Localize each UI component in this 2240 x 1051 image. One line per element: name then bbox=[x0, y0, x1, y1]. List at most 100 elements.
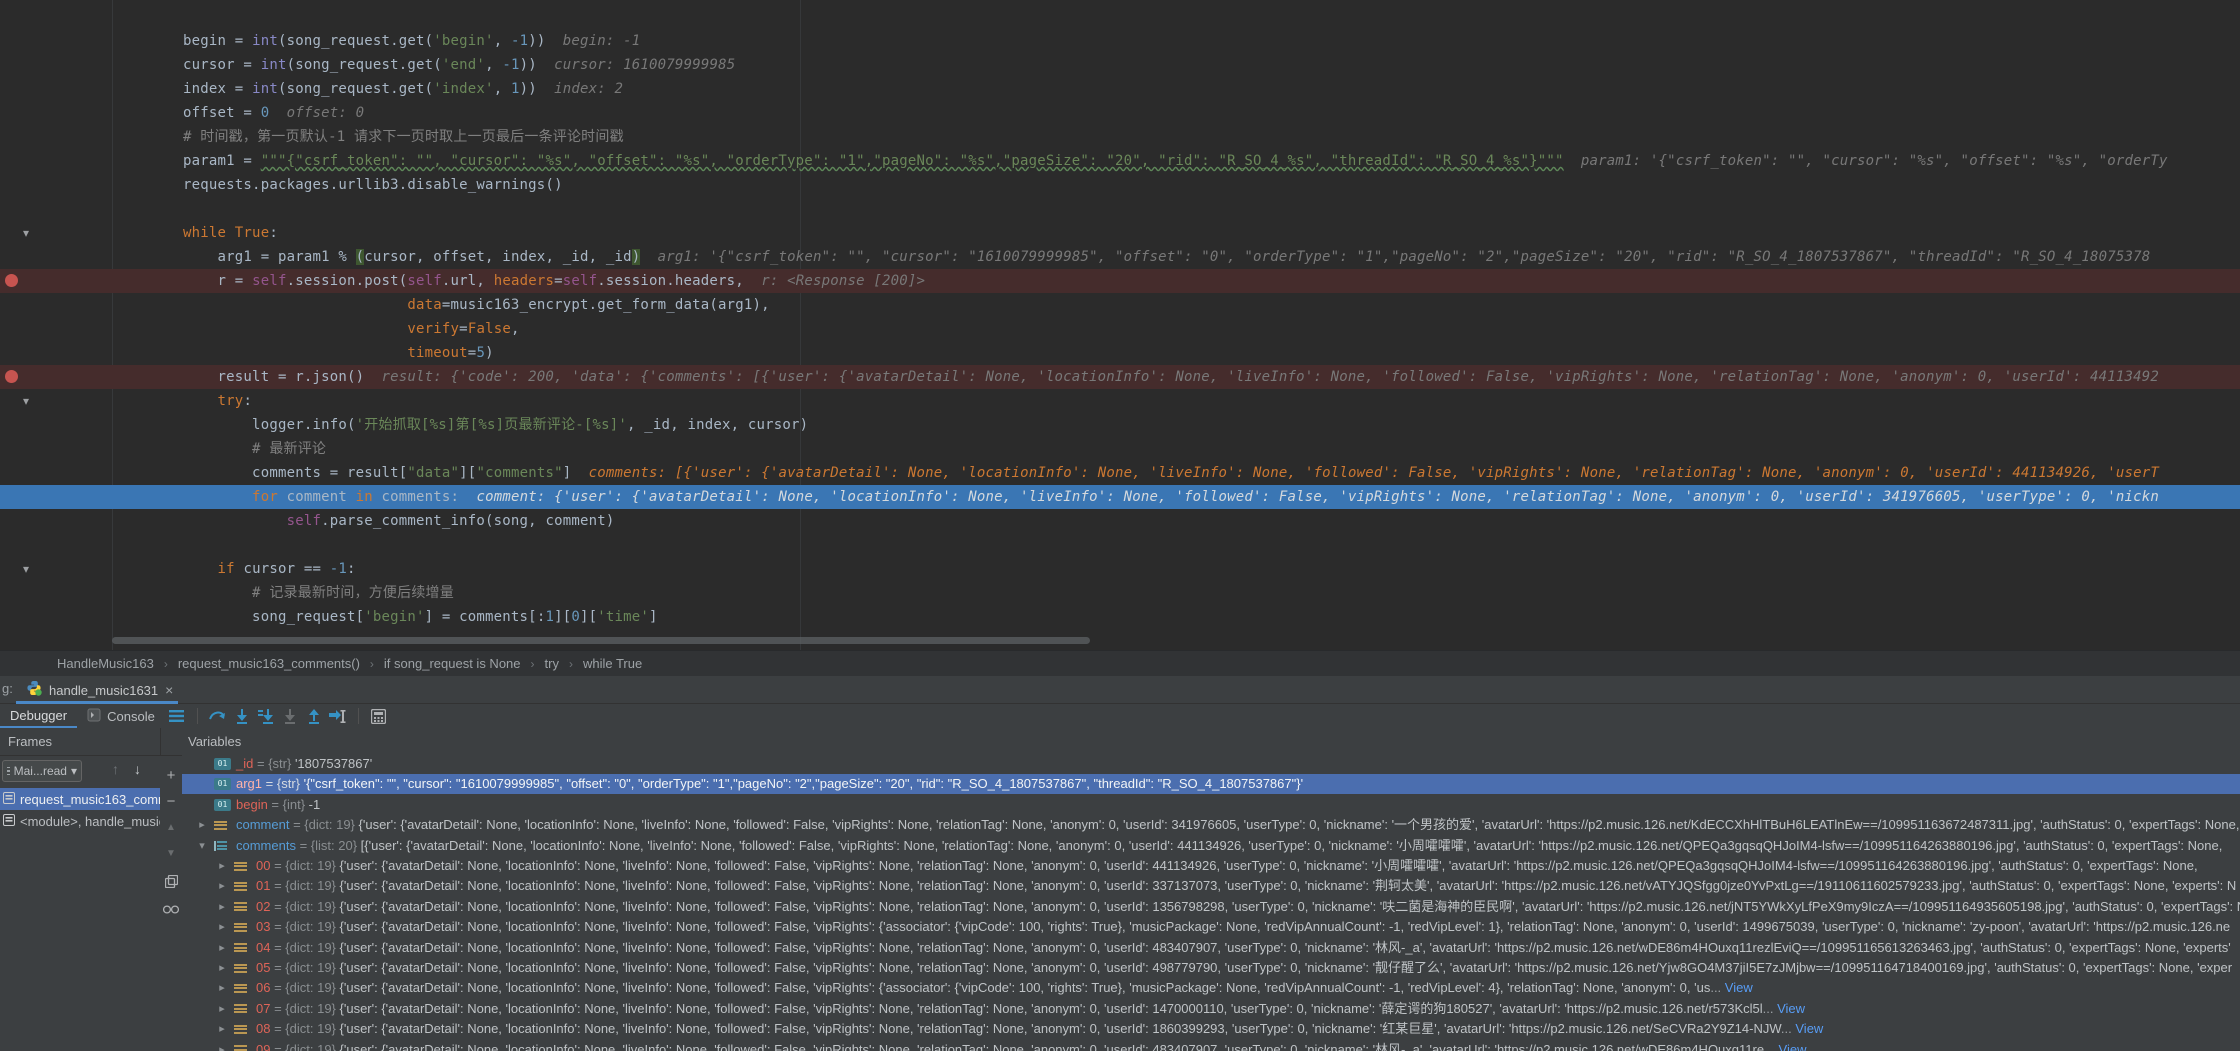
breadcrumb-item[interactable]: request_music163_comments() bbox=[174, 656, 364, 671]
variable-name: 02 bbox=[256, 898, 271, 914]
code-line[interactable]: self.parse_comment_info(song, comment) bbox=[0, 509, 2240, 533]
code-token: -1 bbox=[329, 561, 347, 577]
variable-row[interactable]: ▸ 04 = {dict: 19} {'user': {'avatarDetail… bbox=[182, 938, 2240, 958]
previous-frame-icon[interactable]: ↑ bbox=[112, 761, 119, 777]
variable-row[interactable]: 01 _id = {str} '1807537867' bbox=[182, 754, 2240, 774]
variable-row[interactable]: ▸ 00 = {dict: 19} {'user': {'avatarDetail… bbox=[182, 856, 2240, 876]
code-line[interactable]: result = r.json() result: {'code': 200, … bbox=[0, 365, 2240, 389]
close-icon[interactable]: × bbox=[165, 682, 173, 698]
chevron-collapsed-icon[interactable]: ▸ bbox=[216, 917, 228, 937]
tab-console[interactable]: Console bbox=[77, 704, 165, 728]
view-link[interactable]: View bbox=[1779, 1042, 1807, 1051]
code-line[interactable]: r = self.session.post(self.url, headers=… bbox=[0, 269, 2240, 293]
code-line[interactable]: # 最新评论 bbox=[0, 437, 2240, 461]
code-line[interactable]: requests.packages.urllib3.disable_warnin… bbox=[0, 173, 2240, 197]
variable-row[interactable]: ▾ comments = {list: 20} [{'user': {'avata… bbox=[182, 836, 2240, 856]
code-line[interactable]: while True: bbox=[0, 221, 2240, 245]
chevron-collapsed-icon[interactable]: ▸ bbox=[216, 978, 228, 998]
equals-sign: = bbox=[267, 796, 283, 812]
remove-watch-icon[interactable]: − bbox=[160, 790, 182, 812]
chevron-collapsed-icon[interactable]: ▸ bbox=[216, 876, 228, 896]
step-into-icon[interactable] bbox=[230, 705, 254, 727]
code-line[interactable]: data=music163_encrypt.get_form_data(arg1… bbox=[0, 293, 2240, 317]
chevron-collapsed-icon[interactable]: ▸ bbox=[216, 1040, 228, 1051]
debug-session-tab[interactable]: handle_music1631 × bbox=[16, 676, 183, 704]
variable-row[interactable]: 01 begin = {int} -1 bbox=[182, 795, 2240, 815]
breadcrumb-item[interactable]: try bbox=[541, 656, 563, 671]
code-token: self bbox=[562, 273, 598, 289]
evaluate-expression-icon[interactable] bbox=[367, 705, 391, 727]
variable-row[interactable]: ▸ 09 = {dict: 19} {'user': {'avatarDetail… bbox=[182, 1040, 2240, 1051]
code-token: # 记录最新时间，方便后续增量 bbox=[114, 585, 454, 601]
code-token: """{"csrf_token": "", "cursor": "%s", "o… bbox=[260, 153, 1564, 169]
frame-row[interactable]: request_music163_comme bbox=[0, 788, 160, 810]
variable-row[interactable]: 01 arg1 = {str} '{"csrf_token": "", "curs… bbox=[182, 774, 2240, 795]
variable-row[interactable]: ▸ 03 = {dict: 19} {'user': {'avatarDetail… bbox=[182, 917, 2240, 937]
step-out-icon[interactable] bbox=[302, 705, 326, 727]
code-line[interactable]: for comment in comments: comment: {'user… bbox=[0, 485, 2240, 509]
breadcrumb-item[interactable]: if song_request is None bbox=[380, 656, 525, 671]
code-line[interactable]: # 时间戳，第一页默认-1 请求下一页时取上一页最后一条评论时间戳 bbox=[0, 125, 2240, 149]
variable-row[interactable]: ▸ 07 = {dict: 19} {'user': {'avatarDetail… bbox=[182, 999, 2240, 1019]
chevron-collapsed-icon[interactable]: ▸ bbox=[216, 999, 228, 1019]
tab-debugger[interactable]: Debugger bbox=[0, 704, 78, 728]
thread-selector[interactable]: Mai...read ▾ bbox=[2, 760, 82, 782]
chevron-collapsed-icon[interactable]: ▸ bbox=[216, 856, 228, 876]
variable-value: '1807537867' bbox=[294, 756, 373, 771]
show-watches-glasses-icon[interactable] bbox=[160, 898, 182, 920]
chevron-collapsed-icon[interactable]: ▸ bbox=[216, 958, 228, 978]
chevron-expanded-icon[interactable]: ▾ bbox=[196, 836, 208, 856]
code-line[interactable]: song_request['begin'] = comments[:1][0][… bbox=[0, 605, 2240, 629]
breakpoint-dot[interactable] bbox=[5, 274, 18, 287]
code-line[interactable]: arg1 = param1 % (cursor, offset, index, … bbox=[0, 245, 2240, 269]
frame-row[interactable]: <module>, handle_music1 bbox=[0, 810, 160, 832]
code-line[interactable]: cursor = int(song_request.get('end', -1)… bbox=[0, 53, 2240, 77]
breadcrumb-item[interactable]: HandleMusic163 bbox=[53, 656, 158, 671]
code-line[interactable]: param1 = """{"csrf_token": "", "cursor":… bbox=[0, 149, 2240, 173]
code-token: self bbox=[252, 273, 287, 289]
code-line[interactable]: index = int(song_request.get('index', 1)… bbox=[0, 77, 2240, 101]
code-line[interactable]: if cursor == -1: bbox=[0, 557, 2240, 581]
variable-row[interactable]: ▸ 02 = {dict: 19} {'user': {'avatarDetail… bbox=[182, 897, 2240, 917]
view-link[interactable]: View bbox=[1777, 1001, 1805, 1016]
chevron-collapsed-icon[interactable]: ▸ bbox=[216, 897, 228, 917]
debug-label-fragment: g: bbox=[2, 681, 13, 696]
step-over-icon[interactable] bbox=[206, 705, 230, 727]
code-line[interactable]: verify=False, bbox=[0, 317, 2240, 341]
variable-row[interactable]: ▸ 06 = {dict: 19} {'user': {'avatarDetail… bbox=[182, 978, 2240, 998]
view-link[interactable]: View bbox=[1725, 980, 1753, 995]
horizontal-scrollbar[interactable] bbox=[112, 637, 1090, 644]
code-line[interactable]: offset = 0 offset: 0 bbox=[0, 101, 2240, 125]
fold-chevron-icon[interactable]: ▾ bbox=[19, 226, 33, 240]
code-line[interactable]: logger.info('开始抓取[%s]第[%s]页最新评论-[%s]', _… bbox=[0, 413, 2240, 437]
variable-row[interactable]: ▸ comment = {dict: 19} {'user': {'avatarD… bbox=[182, 815, 2240, 835]
run-to-cursor-icon[interactable] bbox=[326, 705, 350, 727]
code-line[interactable]: # 记录最新时间，方便后续增量 bbox=[0, 581, 2240, 605]
code-editor[interactable]: begin = int(song_request.get('begin', -1… bbox=[0, 0, 2240, 650]
layout-menu-icon[interactable] bbox=[165, 705, 189, 727]
chevron-collapsed-icon[interactable]: ▸ bbox=[216, 938, 228, 958]
dict-icon bbox=[234, 921, 247, 933]
move-up-icon[interactable]: ▲ bbox=[160, 816, 182, 838]
code-line[interactable]: try: bbox=[0, 389, 2240, 413]
code-line[interactable]: timeout=5) bbox=[0, 341, 2240, 365]
chevron-collapsed-icon[interactable]: ▸ bbox=[216, 1019, 228, 1039]
fold-chevron-icon[interactable]: ▾ bbox=[19, 394, 33, 408]
breadcrumb-item[interactable]: while True bbox=[579, 656, 646, 671]
code-line[interactable]: begin = int(song_request.get('begin', -1… bbox=[0, 29, 2240, 53]
variable-row[interactable]: ▸ 08 = {dict: 19} {'user': {'avatarDetail… bbox=[182, 1019, 2240, 1039]
fold-chevron-icon[interactable]: ▾ bbox=[19, 562, 33, 576]
variable-row[interactable]: ▸ 05 = {dict: 19} {'user': {'avatarDetail… bbox=[182, 958, 2240, 978]
variable-text: 04 = {dict: 19} {'user': {'avatarDetail'… bbox=[256, 938, 2231, 958]
view-link[interactable]: View bbox=[1795, 1021, 1823, 1036]
move-down-icon[interactable]: ▼ bbox=[160, 842, 182, 864]
variable-row[interactable]: ▸ 01 = {dict: 19} {'user': {'avatarDetail… bbox=[182, 876, 2240, 896]
breakpoint-dot[interactable] bbox=[5, 370, 18, 383]
duplicate-watch-icon[interactable] bbox=[160, 870, 182, 892]
next-frame-icon[interactable]: ↓ bbox=[134, 761, 141, 777]
chevron-collapsed-icon[interactable]: ▸ bbox=[196, 815, 208, 835]
code-line[interactable]: comments = result["data"]["comments"] co… bbox=[0, 461, 2240, 485]
add-watch-icon[interactable]: + bbox=[160, 764, 182, 786]
step-into-my-code-icon[interactable] bbox=[254, 705, 278, 727]
